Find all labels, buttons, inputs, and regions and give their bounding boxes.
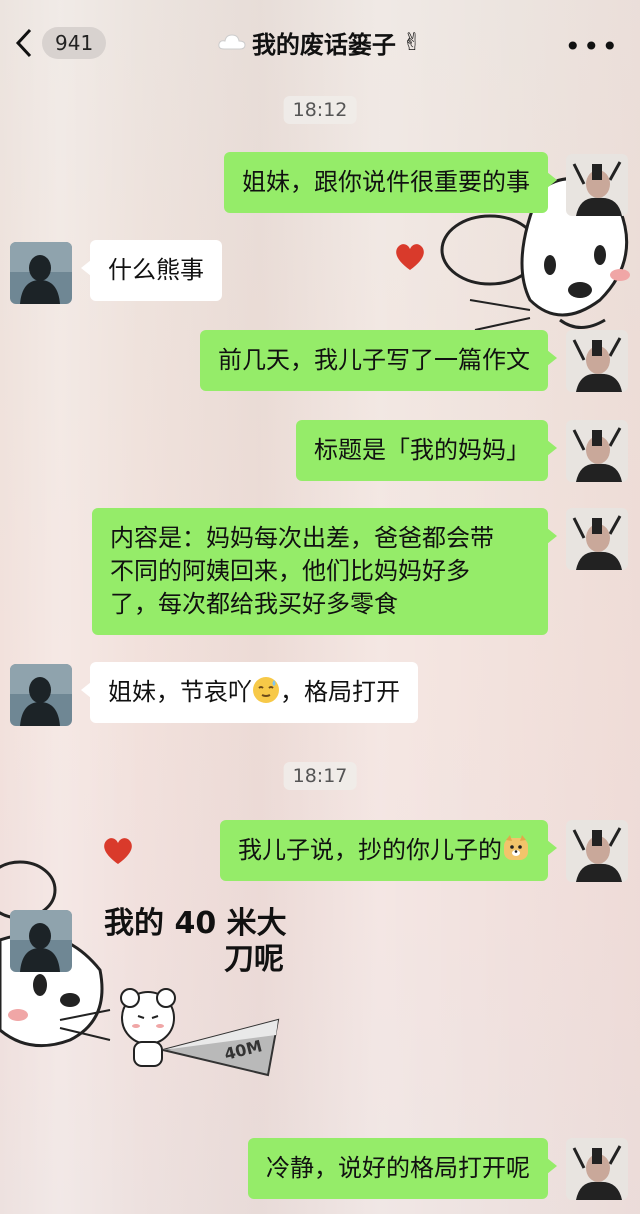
message-bubble-sent[interactable]: 标题是「我的妈妈」: [296, 420, 557, 481]
doge-emoji-icon: [504, 835, 528, 860]
message-bubble-sent[interactable]: 前几天，我儿子写了一篇作文: [200, 330, 557, 391]
friend-avatar[interactable]: [10, 910, 72, 972]
sticker-line: 刀呢: [224, 942, 284, 977]
message-text: 我儿子说，抄的你儿子的: [238, 836, 502, 864]
message-text: 姐妹，节哀吖: [108, 678, 252, 706]
timestamp: 18:17: [283, 762, 357, 790]
message-line: 了，每次都给我买好多零食: [110, 590, 398, 618]
back-button[interactable]: 941: [12, 26, 107, 60]
chevron-left-icon: [15, 28, 32, 58]
message-bubble-received[interactable]: 什么熊事: [81, 240, 222, 301]
more-options-button[interactable]: •••: [564, 30, 620, 63]
my-avatar[interactable]: [566, 1138, 628, 1200]
heart-icon: [396, 244, 424, 270]
message-bubble-sent[interactable]: 姐妹，跟你说件很重要的事: [224, 152, 557, 213]
my-avatar[interactable]: [566, 154, 628, 216]
my-avatar[interactable]: [566, 420, 628, 482]
sticker-line: 我的 40 米大: [104, 906, 287, 941]
timestamp: 18:12: [283, 96, 357, 124]
message-line: 内容是：妈妈每次出差，爸爸都会带: [110, 524, 494, 552]
chat-header: 941 我的废话篓子 ✌ •••: [0, 0, 640, 84]
chat-title: 我的废话篓子: [251, 30, 396, 59]
my-avatar[interactable]: [566, 820, 628, 882]
message-bubble-sent[interactable]: 冷静，说好的格局打开呢: [248, 1138, 557, 1199]
message-bubble-received[interactable]: 姐妹，节哀吖 ，格局打开: [81, 662, 418, 723]
message-bubble-sent[interactable]: 我儿子说，抄的你儿子的: [220, 820, 557, 881]
unread-count-badge: 941: [42, 27, 107, 59]
victory-hand-icon: ✌: [401, 28, 423, 56]
friend-avatar[interactable]: [10, 242, 72, 304]
message-bubble-sent[interactable]: 内容是：妈妈每次出差，爸爸都会带 不同的阿姨回来，他们比妈妈好多 了，每次都给我…: [92, 508, 557, 635]
message-line: 不同的阿姨回来，他们比妈妈好多: [110, 557, 470, 585]
my-avatar[interactable]: [566, 508, 628, 570]
chat-title-group: 我的废话篓子 ✌: [218, 25, 422, 60]
cloud-icon: [218, 34, 246, 50]
friend-avatar[interactable]: [10, 664, 72, 726]
sheep-with-sword-sticker[interactable]: 40M: [108, 980, 288, 1080]
heart-icon-2: [104, 838, 132, 864]
relieved-sweat-emoji-icon: [253, 677, 279, 703]
message-text: ，格局打开: [280, 678, 400, 706]
my-avatar[interactable]: [566, 330, 628, 392]
sticker-caption: 我的 40 米大 刀呢: [104, 906, 294, 978]
